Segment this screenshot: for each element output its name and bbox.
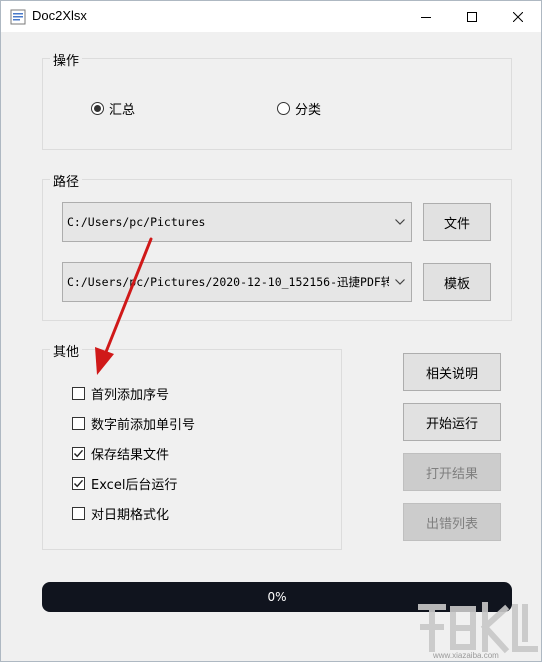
watermark-url: www.xiazaiba.com — [433, 651, 499, 660]
app-icon — [10, 9, 26, 25]
path-group-title: 路径 — [50, 171, 83, 190]
operation-group-title: 操作 — [50, 50, 83, 69]
checkbox-unchecked-icon — [72, 387, 85, 400]
input-path-combo[interactable]: C:/Users/pc/Pictures — [62, 202, 412, 242]
app-window: Doc2Xlsx 操作 汇总 分类 路径 C:/Users/pc/Picture… — [0, 0, 542, 662]
checkmark-icon — [72, 447, 85, 460]
template-path-combo[interactable]: C:/Users/pc/Pictures/2020-12-10_152156-迅… — [62, 262, 412, 302]
checkbox-label: 首列添加序号 — [91, 388, 170, 403]
template-button[interactable]: 模板 — [423, 263, 491, 301]
chevron-down-icon — [389, 203, 411, 241]
radio-checked-icon — [91, 102, 104, 115]
file-button[interactable]: 文件 — [423, 203, 491, 241]
radio-summary-label: 汇总 — [109, 103, 136, 118]
help-button[interactable]: 相关说明 — [403, 353, 501, 391]
error-list-button[interactable]: 出错列表 — [403, 503, 501, 541]
checkmark-icon — [72, 477, 85, 490]
radio-category[interactable]: 分类 — [277, 99, 321, 118]
maximize-button[interactable] — [449, 1, 495, 32]
checkbox-unchecked-icon — [72, 507, 85, 520]
checkbox-date-format[interactable]: 对日期格式化 — [72, 504, 169, 523]
maximize-icon — [467, 11, 477, 22]
close-icon — [513, 11, 523, 22]
input-path-value: C:/Users/pc/Pictures — [67, 215, 206, 229]
checkbox-number-quote[interactable]: 数字前添加单引号 — [72, 414, 195, 433]
checkbox-label: 对日期格式化 — [91, 508, 170, 523]
title-bar[interactable]: Doc2Xlsx — [1, 1, 541, 32]
checkbox-label: 保存结果文件 — [91, 448, 170, 463]
radio-category-label: 分类 — [295, 103, 322, 118]
open-result-button[interactable]: 打开结果 — [403, 453, 501, 491]
other-group-title: 其他 — [50, 341, 83, 360]
checkbox-save-result[interactable]: 保存结果文件 — [72, 444, 169, 463]
checkbox-first-column-index[interactable]: 首列添加序号 — [72, 384, 169, 403]
chevron-down-icon — [389, 263, 411, 301]
checkbox-label: 数字前添加单引号 — [91, 418, 196, 433]
radio-unchecked-icon — [277, 102, 290, 115]
close-button[interactable] — [495, 1, 541, 32]
window-title: Doc2Xlsx — [32, 8, 87, 23]
checkbox-unchecked-icon — [72, 417, 85, 430]
template-path-value: C:/Users/pc/Pictures/2020-12-10_152156-迅… — [67, 275, 389, 289]
minimize-button[interactable] — [403, 1, 449, 32]
start-button[interactable]: 开始运行 — [403, 403, 501, 441]
minimize-icon — [421, 16, 431, 18]
checkbox-label: Excel后台运行 — [91, 478, 178, 493]
radio-summary[interactable]: 汇总 — [91, 99, 135, 118]
progress-label: 0% — [267, 590, 287, 604]
checkbox-excel-background[interactable]: Excel后台运行 — [72, 474, 177, 493]
